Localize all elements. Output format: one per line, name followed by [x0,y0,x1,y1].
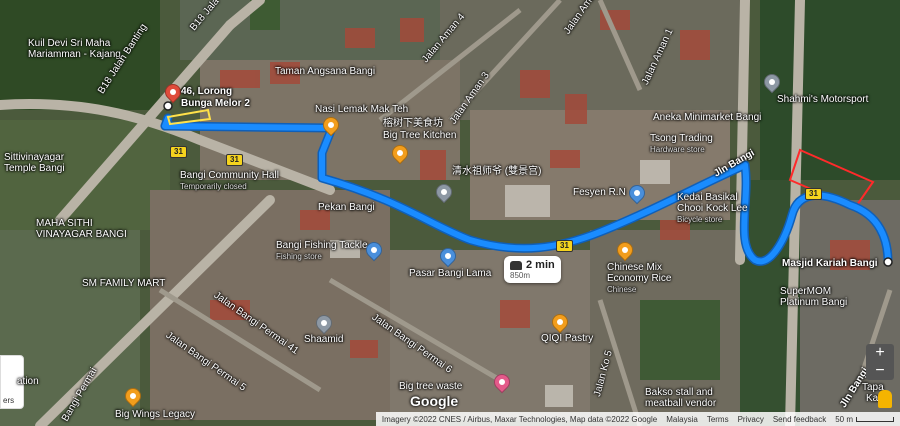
destination-address-line2[interactable]: Bunga Melor 2 [181,98,250,109]
tsong-trading-name: Tsong Trading [650,133,713,144]
nasi-lemak-label[interactable]: Nasi Lemak Mak Teh [315,104,408,115]
terms-link[interactable]: Terms [707,415,729,424]
kedai-basikal-type: Bicycle store [677,215,723,224]
satellite-map[interactable] [0,0,900,426]
zoom-controls[interactable]: + − [866,344,894,380]
community-hall-name: Bangi Community Hall [180,170,279,181]
plus-icon[interactable]: + [866,344,894,362]
google-logo: Google [410,393,459,409]
attribution-bar: Imagery ©2022 CNES / Airbus, Maxar Techn… [375,412,900,426]
sm-family-mart-label[interactable]: SM FAMILY MART [82,278,165,289]
shaamid-label[interactable]: Shaamid [304,334,343,345]
imagery-credit: Imagery ©2022 CNES / Airbus, Maxar Techn… [381,414,658,424]
fesyen-label[interactable]: Fesyen R.N [573,187,626,198]
tsong-trading-type: Hardware store [650,145,705,154]
fishing-tackle-name: Bangi Fishing Tackle [276,240,368,251]
taman-angsana-label[interactable]: Taman Angsana Bangi [275,66,375,77]
qiqi-pastry-label[interactable]: QIQI Pastry [541,333,593,344]
fishing-tackle-type: Fishing store [276,252,322,261]
send-feedback-link[interactable]: Send feedback [773,415,826,424]
big-tree-kitchen-label[interactable]: Big Tree Kitchen [383,130,456,141]
scale-label: 50 m [835,414,853,424]
supermom-label[interactable]: SuperMOM Platinum Bangi [780,286,870,308]
privacy-link[interactable]: Privacy [738,415,764,424]
tsong-trading-label[interactable]: Tsong Trading Hardware store [650,133,713,155]
pasar-bangi-lama-label[interactable]: Pasar Bangi Lama [409,268,491,279]
community-hall-label[interactable]: Bangi Community Hall Temporarily closed [180,170,279,192]
community-hall-status: Temporarily closed [180,182,247,191]
route-distance: 850m [510,271,531,280]
scale-indicator: 50 m [835,415,894,424]
minus-icon[interactable]: − [866,362,894,380]
road-shield-31: 31 [556,240,573,252]
aneka-name: Aneka Minimarket Bangi [653,112,762,123]
road-shield-31: 31 [805,188,822,200]
station-label[interactable]: ation [17,376,39,387]
country-link[interactable]: Malaysia [666,415,698,424]
sittivinayagar-label[interactable]: Sittivinayagar Temple Bangi [4,152,94,174]
route-destination-marker [163,101,173,111]
big-tree-waste-label[interactable]: Big tree waste [399,381,462,392]
road-shield-31: 31 [226,154,243,166]
fishing-tackle-label[interactable]: Bangi Fishing Tackle Fishing store [276,240,368,262]
shahmis-label[interactable]: Shahmi's Motorsport [777,94,868,105]
pekan-bangi-label[interactable]: Pekan Bangi [318,202,375,213]
big-tree-kitchen-cn-label[interactable]: 榕树下美食坊 [383,118,443,129]
route-duration-bubble[interactable]: 2 min 850m [504,256,561,283]
pegman-icon[interactable] [878,390,892,408]
layers-label: ers [3,396,15,405]
destination-address-line1[interactable]: 46, Lorong [181,86,232,97]
car-icon [510,260,522,270]
chinese-mix-label[interactable]: Chinese Mix Economy Rice Chinese [607,262,687,295]
temple-cn-label[interactable]: 清水祖师爷 (雙景宫) [452,166,541,177]
maha-sithi-label[interactable]: MAHA SITHI VINAYAGAR BANGI [36,218,136,240]
chinese-mix-type: Chinese [607,285,637,294]
big-wings-label[interactable]: Big Wings Legacy [115,409,195,420]
route-duration: 2 min [526,259,555,271]
chinese-mix-name: Chinese Mix Economy Rice [607,262,672,284]
masjid-label[interactable]: Masjid Kariah Bangi [782,258,878,269]
route-origin-marker [883,257,893,267]
bakso-label[interactable]: Bakso stall and meatball vendor [645,387,735,409]
road-shield-31: 31 [170,146,187,158]
scale-bar [856,416,894,422]
kedai-basikal-label[interactable]: Kedai Basikal Chooi Kock Lee Bicycle sto… [677,192,757,225]
aneka-minimarket-label[interactable]: Aneka Minimarket Bangi [653,112,761,123]
kedai-basikal-name: Kedai Basikal Chooi Kock Lee [677,192,748,214]
